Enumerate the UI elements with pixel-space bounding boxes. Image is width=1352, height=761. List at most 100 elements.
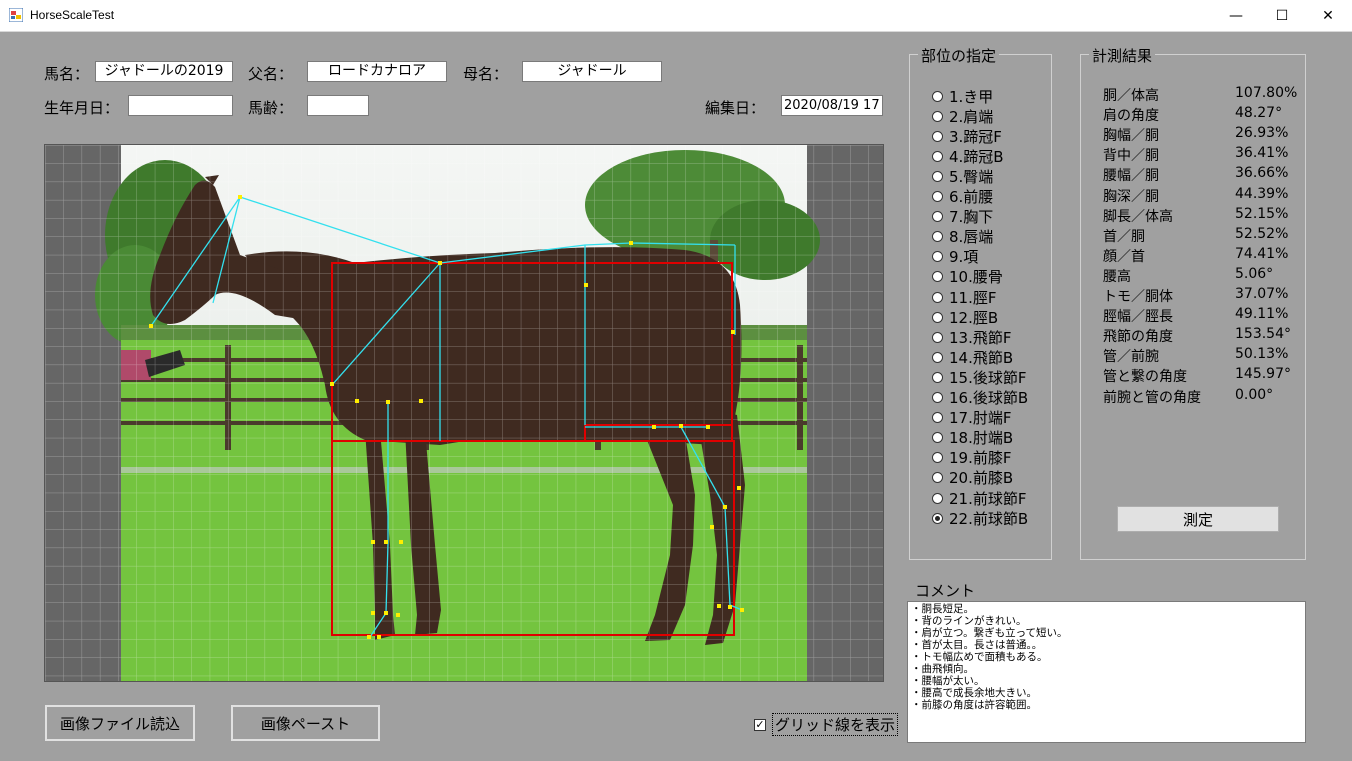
radio-circle-icon[interactable] [932,90,943,102]
part-radio-3[interactable]: 3.蹄冠F [932,126,1002,146]
radio-circle-icon[interactable] [932,150,943,162]
part-radio-19[interactable]: 19.前膝F [932,448,1011,468]
checkbox-check-icon[interactable]: ✓ [754,718,766,731]
result-row: 背中／胴 36.41% [1103,145,1288,165]
part-label: 3.蹄冠F [949,127,1002,146]
birthdate-field[interactable] [128,95,233,116]
part-radio-5[interactable]: 5.臀端 [932,166,993,186]
radio-circle-icon[interactable] [932,371,943,383]
result-value: 37.07% [1235,286,1289,302]
part-radio-8[interactable]: 8.唇端 [932,227,993,247]
result-row: 飛節の角度 153.54° [1103,326,1291,346]
part-label: 5.臀端 [949,167,994,186]
part-radio-15[interactable]: 15.後球節F [932,367,1026,387]
result-value: 153.54° [1235,326,1291,343]
part-radio-13[interactable]: 13.飛節F [932,327,1011,347]
part-radio-4[interactable]: 4.蹄冠B [932,146,1004,166]
comment-textarea[interactable]: ・胴長短足。 ・背のラインがきれい。 ・肩が立つ。繋ぎも立って短い。 ・首が太目。長さ… [907,601,1306,743]
result-row: 管と繋の角度 145.97° [1103,366,1291,386]
radio-circle-icon[interactable] [932,472,943,484]
part-label: 15.後球節F [949,368,1027,387]
sire-field[interactable]: ロードカナロア [307,61,447,82]
minimize-button[interactable]: — [1213,0,1259,31]
part-radio-21[interactable]: 21.前球節F [932,488,1026,508]
radio-circle-icon[interactable] [932,170,943,182]
part-radio-7[interactable]: 7.胸下 [932,207,993,227]
radio-circle-icon[interactable] [932,392,943,403]
part-radio-9[interactable]: 9.項 [932,247,978,267]
radio-circle-icon[interactable] [932,492,943,504]
window-title: HorseScaleTest [30,8,115,22]
result-value: 52.52% [1235,225,1289,242]
result-name: 背中／胴 [1103,148,1159,165]
part-label: 20.前膝B [949,469,1014,488]
parts-title: 部位の指定 [918,45,1000,66]
radio-circle-icon[interactable] [932,251,943,263]
dam-field[interactable]: ジャドール [522,61,662,82]
radio-circle-icon[interactable] [932,311,943,323]
part-radio-18[interactable]: 18.肘端B [932,428,1013,448]
result-value: 44.39% [1235,185,1289,202]
radio-circle-icon[interactable] [932,110,943,122]
part-radio-1[interactable]: 1.き甲 [932,86,993,106]
result-name: 飛節の角度 [1103,329,1173,346]
part-radio-14[interactable]: 14.飛節B [932,347,1013,367]
radio-circle-icon[interactable] [932,412,943,424]
radio-circle-icon[interactable] [932,351,943,363]
radio-circle-icon[interactable] [932,130,943,142]
result-row: 脛幅／脛長 49.11% [1103,306,1288,326]
radio-circle-icon[interactable] [932,432,943,444]
result-name: 管と繋の角度 [1103,369,1187,386]
close-button[interactable]: ✕ [1305,0,1351,31]
title-bar: HorseScaleTest — ☐ ✕ [0,0,1352,32]
radio-circle-icon[interactable] [932,211,943,223]
radio-circle-icon[interactable] [932,512,943,524]
result-row: 脚長／体高 52.15% [1103,206,1288,226]
load-image-button[interactable]: 画像ファイル読込 [45,705,195,741]
part-label: 6.前腰 [949,188,994,206]
comment-line: ・肩が立つ。繋ぎも立って短い。 [911,627,1068,639]
edit-date-field[interactable]: 2020/08/19 17 [781,95,883,116]
part-label: 19.前膝F [949,449,1012,468]
result-name: 顔／首 [1103,248,1145,265]
part-radio-2[interactable]: 2.肩端 [932,106,993,126]
comment-line: ・腰幅が太い。 [911,675,985,687]
horse-name-field[interactable]: ジャドールの2019 [95,61,233,82]
part-radio-12[interactable]: 12.脛B [932,307,998,327]
part-radio-16[interactable]: 16.後球節B [932,388,1028,408]
radio-circle-icon[interactable] [932,271,943,283]
part-radio-11[interactable]: 11.脛F [932,287,996,307]
part-label: 21.前球節F [949,489,1027,508]
grid-checkbox[interactable]: ✓ グリッド線を表示 [754,713,899,736]
radio-circle-icon[interactable] [932,291,943,303]
result-value: 74.41% [1235,245,1289,262]
result-name: 脛幅／脛長 [1103,309,1173,326]
radio-circle-icon[interactable] [932,231,943,243]
part-radio-6[interactable]: 6.前腰 [932,187,993,207]
result-value: 52.15% [1235,205,1289,222]
horse-name-label: 馬名： [44,65,90,83]
result-row: 首／胴 52.52% [1103,226,1288,246]
part-radio-17[interactable]: 17.肘端F [932,408,1011,428]
part-label: 12.脛B [949,308,999,327]
result-row: 胸深／胴 44.39% [1103,186,1288,206]
age-label: 馬齢： [248,99,294,117]
part-radio-10[interactable]: 10.腰骨 [932,267,1003,287]
part-radio-22[interactable]: 22.前球節B [932,508,1028,528]
comment-line: ・トモ幅広めで面積もある。 [911,651,1048,663]
measure-button[interactable]: 測定 [1117,506,1279,532]
radio-circle-icon[interactable] [932,452,943,464]
app-icon [9,8,23,22]
maximize-button[interactable]: ☐ [1259,0,1305,31]
comment-line: ・背のラインがきれい。 [911,615,1027,627]
paste-image-button[interactable]: 画像ペースト [231,705,380,741]
part-radio-20[interactable]: 20.前膝B [932,468,1013,488]
radio-circle-icon[interactable] [932,331,943,343]
comment-label: コメント [915,582,976,600]
results-title: 計測結果 [1089,45,1156,66]
result-row: 顔／首 74.41% [1103,246,1288,266]
radio-circle-icon[interactable] [932,191,943,202]
image-canvas[interactable] [44,144,884,682]
age-field[interactable] [307,95,369,116]
result-value: 5.06° [1235,265,1274,282]
